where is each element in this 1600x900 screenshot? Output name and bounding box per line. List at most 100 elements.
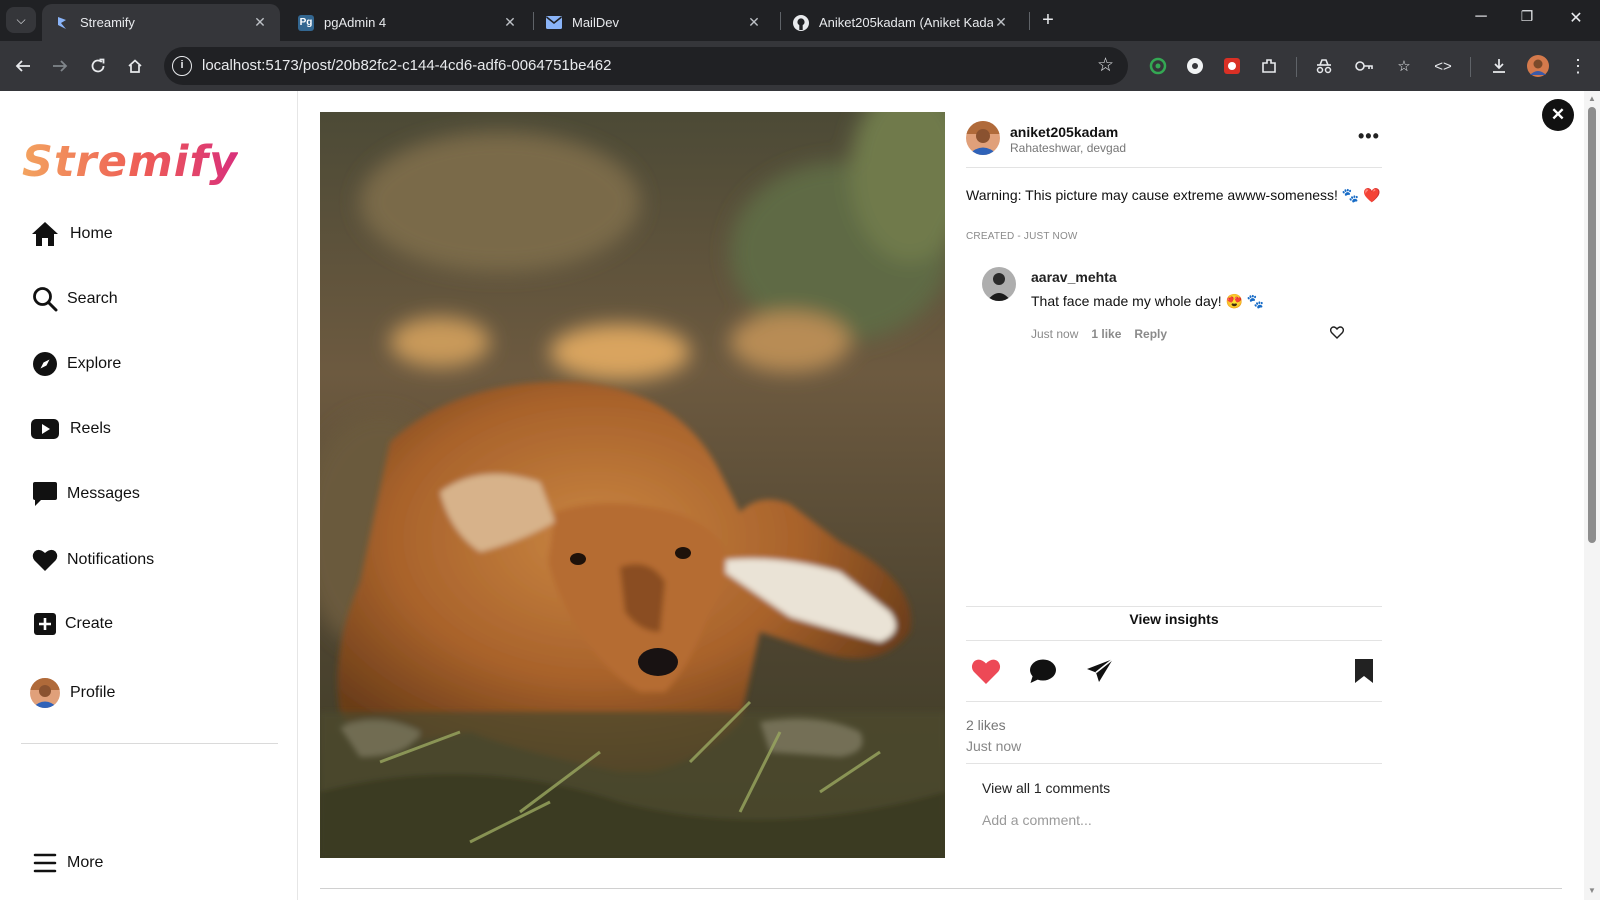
- commenter-avatar[interactable]: [982, 267, 1016, 301]
- streamify-favicon: [54, 15, 70, 31]
- sidebar-item-create[interactable]: Create: [30, 604, 113, 644]
- download-icon[interactable]: [1487, 54, 1511, 78]
- like-heart-icon[interactable]: [970, 655, 1002, 687]
- sidebar-item-explore[interactable]: Explore: [30, 344, 121, 384]
- sidebar-item-label: Messages: [67, 485, 140, 502]
- forward-button[interactable]: [47, 53, 73, 79]
- author-location: Rahateshwar, devgad: [1010, 141, 1127, 155]
- bookmark-star-icon[interactable]: ☆: [1097, 54, 1114, 77]
- sidebar-item-messages[interactable]: Messages: [30, 474, 140, 514]
- close-tab-icon[interactable]: ✕: [746, 14, 762, 31]
- compass-icon: [30, 349, 60, 379]
- reply-button[interactable]: Reply: [1134, 327, 1167, 341]
- favorites-star-icon[interactable]: ☆: [1392, 54, 1416, 78]
- scrollbar-thumb[interactable]: [1588, 107, 1596, 543]
- close-window-button[interactable]: ✕: [1561, 8, 1591, 28]
- sidebar-divider: [21, 743, 278, 744]
- minimize-button[interactable]: ─: [1466, 8, 1496, 26]
- post-caption: Warning: This picture may cause extreme …: [966, 187, 1381, 203]
- address-bar[interactable]: i localhost:5173/post/20b82fc2-c144-4cd6…: [164, 47, 1128, 85]
- sidebar-item-search[interactable]: Search: [30, 279, 118, 319]
- comment-bubble-icon[interactable]: [1027, 655, 1059, 687]
- sidebar: Stremify Home Search Explore Reels Messa…: [0, 91, 298, 900]
- browser-tab-strip: ⌵ Streamify ✕ Pg pgAdmin 4 ✕ MailDev ✕ A…: [0, 0, 1600, 41]
- plus-square-icon: [30, 609, 60, 639]
- tab-separator: [1029, 12, 1030, 30]
- extensions-puzzle-icon[interactable]: [1257, 54, 1281, 78]
- divider: [966, 640, 1382, 641]
- home-button[interactable]: [122, 53, 148, 79]
- more-options-icon[interactable]: •••: [1358, 126, 1380, 147]
- sidebar-item-label: Explore: [67, 355, 122, 372]
- sidebar-item-reels[interactable]: Reels: [30, 409, 111, 449]
- browser-tab-github[interactable]: Aniket205kadam (Aniket Kadam ✕: [781, 4, 1021, 41]
- extension-green-ring-icon[interactable]: [1146, 54, 1170, 78]
- comment-like-heart-icon[interactable]: [1329, 326, 1345, 344]
- browser-menu-icon[interactable]: ⋮: [1566, 54, 1590, 78]
- chevron-down-icon: ⌵: [16, 12, 26, 27]
- comment-username[interactable]: aarav_mehta: [1031, 269, 1117, 285]
- divider: [966, 167, 1382, 168]
- browser-profile-avatar[interactable]: [1526, 54, 1550, 78]
- browser-tab-pgadmin[interactable]: Pg pgAdmin 4 ✕: [286, 4, 530, 41]
- new-tab-button[interactable]: +: [1036, 9, 1060, 32]
- sidebar-item-label: More: [67, 854, 104, 871]
- sidebar-item-notifications[interactable]: Notifications: [30, 540, 154, 580]
- bookmark-icon[interactable]: [1348, 655, 1380, 687]
- scrollbar[interactable]: ▲ ▼: [1584, 91, 1600, 900]
- close-tab-icon[interactable]: ✕: [252, 14, 268, 31]
- comment-meta: Just now 1 like Reply: [1031, 327, 1167, 341]
- browser-tab-maildev[interactable]: MailDev ✕: [534, 4, 774, 41]
- menu-icon: [30, 848, 60, 878]
- browser-tab-streamify[interactable]: Streamify ✕: [42, 4, 280, 41]
- heart-icon: [30, 545, 60, 575]
- reload-button[interactable]: [85, 53, 111, 79]
- author-username[interactable]: aniket205kadam: [1010, 124, 1118, 140]
- sidebar-item-label: Notifications: [67, 551, 155, 568]
- sidebar-item-label: Home: [70, 225, 113, 242]
- author-avatar[interactable]: [966, 121, 1000, 155]
- close-tab-icon[interactable]: ✕: [502, 14, 518, 31]
- avatar: [30, 678, 60, 708]
- divider: [320, 888, 1562, 889]
- sidebar-item-label: Profile: [70, 684, 116, 701]
- close-modal-button[interactable]: ✕: [1542, 99, 1574, 131]
- back-button[interactable]: [10, 53, 36, 79]
- app-logo[interactable]: Stremify: [22, 137, 238, 187]
- post-details-panel: aniket205kadam Rahateshwar, devgad ••• W…: [966, 112, 1382, 852]
- mail-favicon: [546, 15, 562, 31]
- incognito-icon[interactable]: [1312, 54, 1336, 78]
- sidebar-item-home[interactable]: Home: [30, 214, 113, 254]
- divider: [966, 701, 1382, 702]
- scroll-down-arrow-icon[interactable]: ▼: [1588, 886, 1596, 895]
- extension-white-circle-icon[interactable]: [1183, 54, 1207, 78]
- message-icon: [30, 479, 60, 509]
- created-time: CREATED - JUST NOW: [966, 231, 1078, 242]
- sidebar-item-profile[interactable]: Profile: [30, 673, 115, 713]
- view-insights-button[interactable]: View insights: [966, 611, 1382, 627]
- sidebar-item-label: Create: [65, 615, 114, 632]
- sidebar-item-label: Reels: [70, 420, 111, 437]
- share-paper-plane-icon[interactable]: [1084, 655, 1116, 687]
- add-comment-input[interactable]: [980, 806, 1360, 834]
- restore-button[interactable]: ❐: [1512, 8, 1542, 25]
- site-info-icon[interactable]: i: [172, 56, 192, 76]
- close-tab-icon[interactable]: ✕: [993, 14, 1009, 31]
- post-image[interactable]: [320, 112, 945, 858]
- tab-search-button[interactable]: ⌵: [6, 7, 36, 33]
- comment-likes[interactable]: 1 like: [1091, 327, 1121, 341]
- url-text: localhost:5173/post/20b82fc2-c144-4cd6-a…: [202, 57, 612, 74]
- view-all-comments-link[interactable]: View all 1 comments: [982, 780, 1110, 796]
- sidebar-item-more[interactable]: More: [30, 843, 103, 883]
- password-key-icon[interactable]: [1352, 54, 1376, 78]
- extension-red-icon[interactable]: [1220, 54, 1244, 78]
- home-icon: [30, 219, 60, 249]
- post-time: Just now: [966, 738, 1022, 754]
- likes-count[interactable]: 2 likes: [966, 717, 1006, 733]
- code-icon[interactable]: <>: [1431, 54, 1455, 78]
- app-page: Stremify Home Search Explore Reels Messa…: [0, 91, 1600, 900]
- sidebar-item-label: Search: [67, 290, 118, 307]
- reels-icon: [30, 414, 60, 444]
- comment-time: Just now: [1031, 327, 1079, 341]
- scroll-up-arrow-icon[interactable]: ▲: [1588, 94, 1596, 103]
